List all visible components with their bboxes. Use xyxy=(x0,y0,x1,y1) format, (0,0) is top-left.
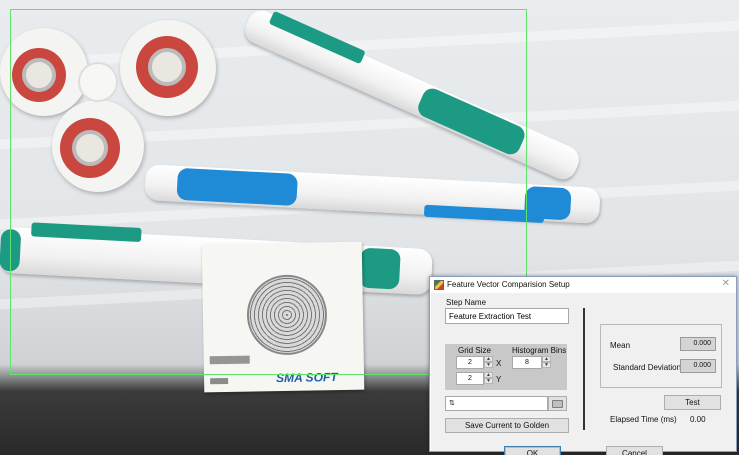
std-dev-label: Standard Deviation xyxy=(613,363,682,372)
histogram-bins-label: Histogram Bins xyxy=(512,346,567,355)
vertical-separator xyxy=(583,308,585,430)
app-icon xyxy=(434,280,444,290)
results-panel: Mean 0.000 Standard Deviation 0.000 xyxy=(600,324,722,388)
histogram-bins-stepper[interactable]: 8 xyxy=(512,356,542,369)
file-type-icon: ⇅ xyxy=(449,400,455,407)
grid-size-label: Grid Size xyxy=(458,346,491,355)
grid-y-stepper[interactable]: 2 xyxy=(456,372,484,385)
bins-spin-buttons[interactable]: ▲ ▼ xyxy=(542,356,551,369)
test-button[interactable]: Test xyxy=(664,395,721,410)
grid-y-axis-label: Y xyxy=(496,375,502,384)
title-bar[interactable]: Feature Vector Comparision Setup ✕ xyxy=(430,277,736,293)
golden-file-input[interactable]: ⇅ xyxy=(445,396,548,411)
grid-y-spin-buttons[interactable]: ▲ ▼ xyxy=(484,372,493,385)
step-name-label: Step Name xyxy=(446,298,487,307)
dialog-body: Step Name Grid Size Histogram Bins 2 ▲▼ … xyxy=(431,293,736,455)
browse-button[interactable] xyxy=(548,396,567,411)
grid-settings-group: Grid Size Histogram Bins 2 ▲ ▼ X 2 ▲ ▼ Y 8… xyxy=(445,344,567,390)
elapsed-time-value: 0.00 xyxy=(690,415,706,424)
elapsed-time-label: Elapsed Time (ms) xyxy=(610,415,677,424)
feature-vector-dialog: Feature Vector Comparision Setup ✕ Step … xyxy=(429,276,737,455)
grid-x-spin-buttons[interactable]: ▲ ▼ xyxy=(484,356,493,369)
spin-down-icon[interactable]: ▼ xyxy=(484,378,493,384)
ok-button[interactable]: OK xyxy=(504,446,561,455)
grid-x-stepper[interactable]: 2 xyxy=(456,356,484,369)
spin-down-icon[interactable]: ▼ xyxy=(484,362,493,368)
grid-x-axis-label: X xyxy=(496,359,502,368)
card-text-block xyxy=(210,377,229,385)
mean-label: Mean xyxy=(610,341,631,350)
mean-value: 0.000 xyxy=(680,337,716,351)
close-icon[interactable]: ✕ xyxy=(722,278,730,289)
dialog-title: Feature Vector Comparision Setup xyxy=(447,280,570,289)
folder-icon xyxy=(552,400,563,408)
step-name-input[interactable] xyxy=(445,308,569,324)
cancel-button[interactable]: Cancel xyxy=(606,446,663,455)
spin-down-icon[interactable]: ▼ xyxy=(542,362,551,368)
std-dev-value: 0.000 xyxy=(680,359,716,373)
save-golden-button[interactable]: Save Current to Golden xyxy=(445,418,569,433)
